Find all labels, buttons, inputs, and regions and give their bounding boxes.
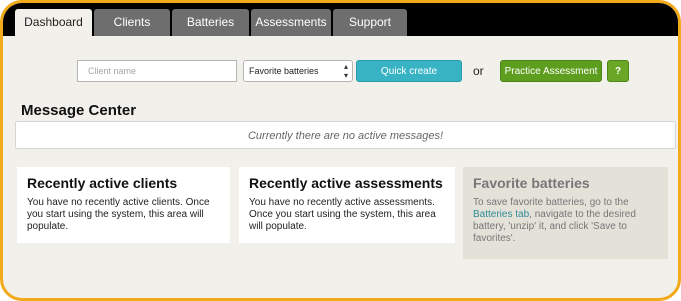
message-center-box: Currently there are no active messages! bbox=[15, 121, 676, 149]
tab-clients[interactable]: Clients bbox=[94, 9, 170, 36]
select-updown-icon: ▴ ▾ bbox=[343, 62, 348, 80]
recent-clients-title: Recently active clients bbox=[27, 175, 178, 191]
tab-dashboard[interactable]: Dashboard bbox=[15, 9, 92, 36]
favorite-batteries-card: Favorite batteries To save favorite batt… bbox=[463, 167, 668, 259]
or-label: or bbox=[473, 64, 484, 78]
favorite-batteries-select[interactable]: Favorite batteries ▴ ▾ bbox=[243, 60, 353, 82]
no-messages-text: Currently there are no active messages! bbox=[247, 130, 444, 142]
client-name-input[interactable] bbox=[77, 60, 237, 82]
dashboard-controls: Favorite batteries ▴▾ Quick create or Pr… bbox=[3, 59, 678, 83]
recent-assessments-text: You have no recently active assessments.… bbox=[249, 197, 436, 232]
batteries-tab-link[interactable]: Batteries tab bbox=[473, 209, 529, 220]
app-frame: Dashboard Clients Batteries Assessments … bbox=[0, 0, 681, 301]
tab-assessments[interactable]: Assessments bbox=[251, 9, 331, 36]
tab-bar: Dashboard Clients Batteries Assessments … bbox=[3, 3, 678, 36]
message-center-title: Message Center bbox=[21, 102, 137, 119]
recent-clients-text: You have no recently active clients. Onc… bbox=[27, 197, 210, 232]
select-value: Favorite batteries bbox=[249, 66, 319, 76]
help-button[interactable]: ? bbox=[607, 60, 629, 82]
tab-support[interactable]: Support bbox=[333, 9, 407, 36]
recent-assessments-card: Recently active assessments You have no … bbox=[239, 167, 455, 243]
recent-assessments-title: Recently active assessments bbox=[249, 175, 443, 191]
favorite-text-pre: To save favorite batteries, go to the bbox=[473, 197, 629, 208]
practice-assessment-button[interactable]: Practice Assessment bbox=[500, 60, 602, 82]
recent-clients-card: Recently active clients You have no rece… bbox=[17, 167, 230, 243]
favorite-batteries-title: Favorite batteries bbox=[473, 175, 590, 191]
tab-batteries[interactable]: Batteries bbox=[172, 9, 249, 36]
favorite-batteries-text: To save favorite batteries, go to the Ba… bbox=[473, 197, 658, 245]
quick-create-button[interactable]: Quick create bbox=[356, 60, 462, 82]
